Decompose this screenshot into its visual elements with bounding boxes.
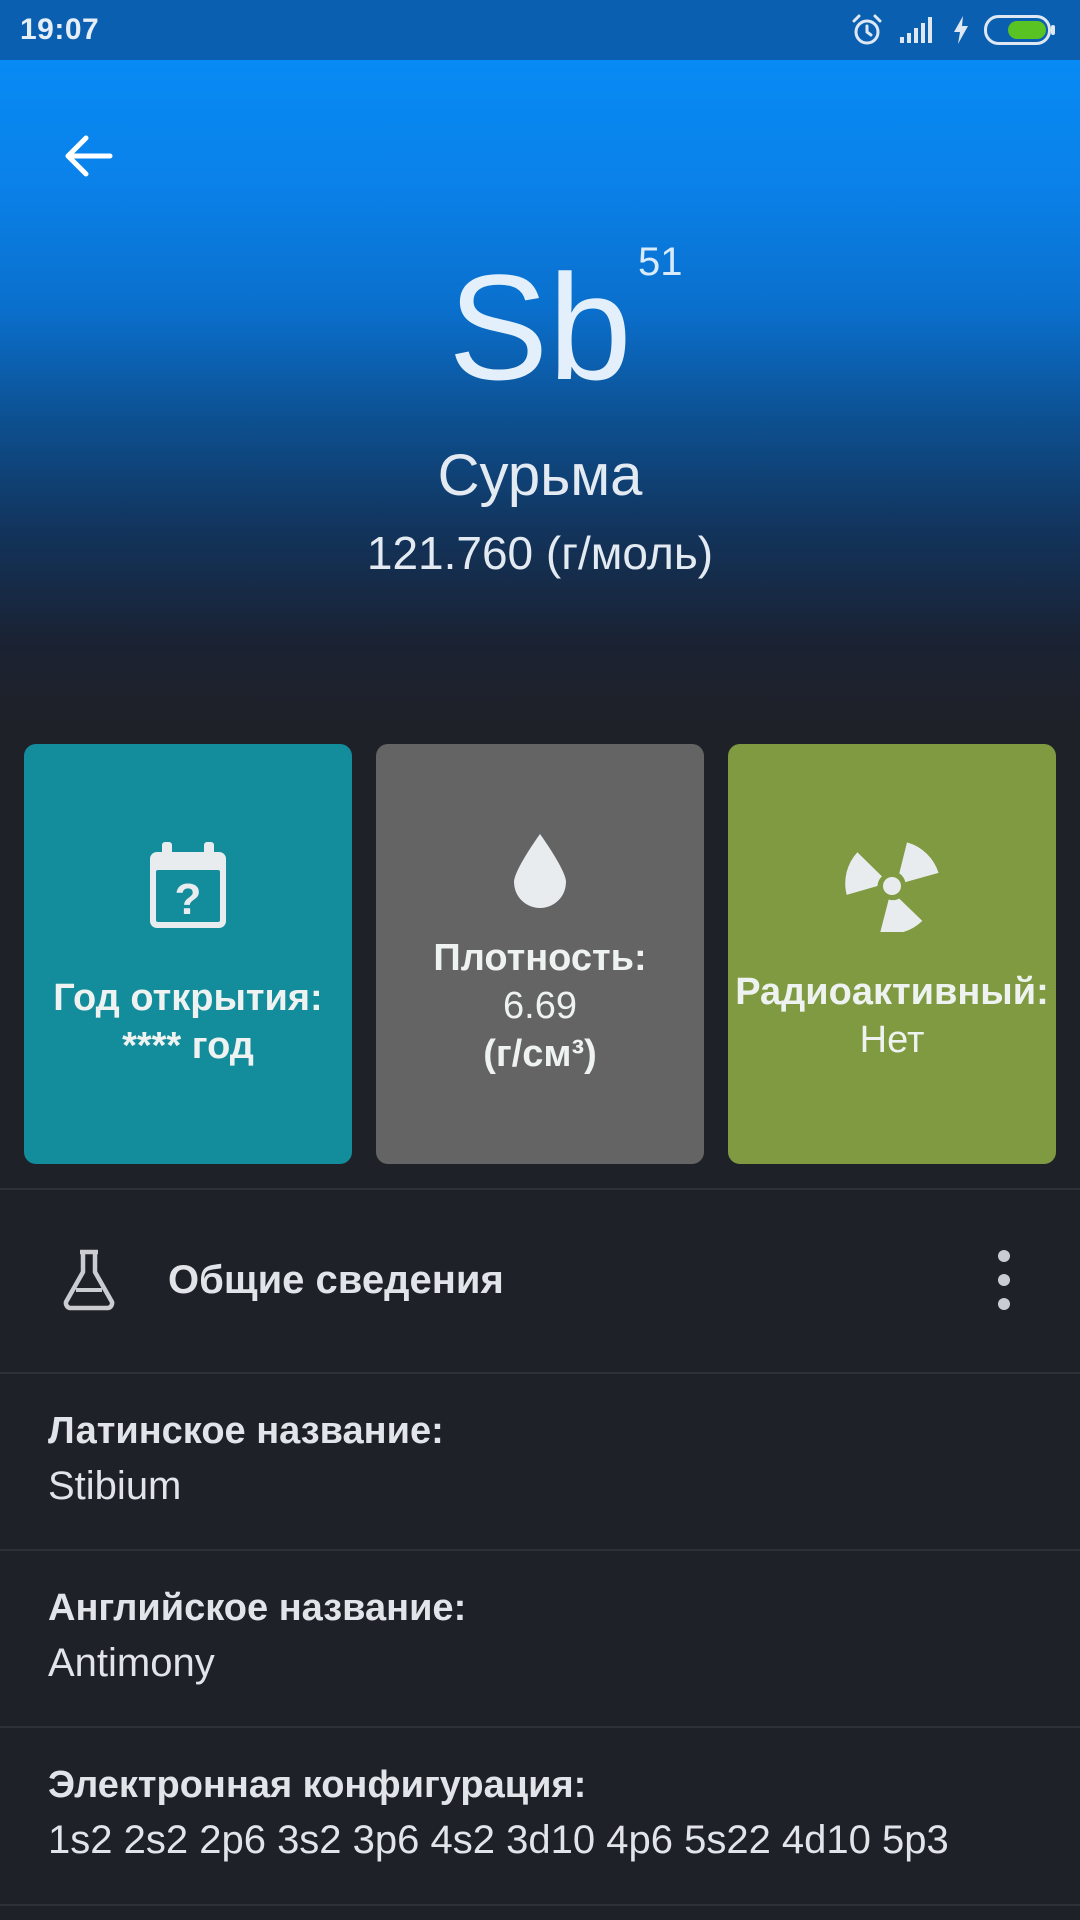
info-value: Antimony bbox=[48, 1641, 215, 1685]
discovery-year-label: Год открытия: bbox=[53, 977, 323, 1019]
radiation-icon bbox=[844, 840, 940, 932]
info-label: Электронная конфигурация: bbox=[48, 1764, 587, 1806]
general-info-header[interactable]: Общие сведения bbox=[0, 1190, 1080, 1372]
property-cards: ? Год открытия: **** год Плотность: 6.69… bbox=[24, 744, 1056, 1164]
calendar-question-icon: ? bbox=[146, 840, 230, 932]
flask-icon bbox=[60, 1248, 118, 1317]
charging-icon bbox=[952, 15, 970, 45]
status-time: 19:07 bbox=[20, 13, 100, 46]
arrow-left-icon bbox=[65, 135, 113, 177]
battery-icon bbox=[984, 15, 1056, 45]
status-icons bbox=[850, 13, 1056, 47]
info-value: Stibium bbox=[48, 1464, 182, 1508]
atomic-mass: 121.760 (г/моль) bbox=[366, 527, 714, 579]
info-row-latin-name: Латинское название: Stibium bbox=[0, 1374, 1080, 1550]
density-value: 6.69 bbox=[503, 985, 577, 1027]
info-value: 1s2 2s2 2p6 3s2 3p6 4s2 3d10 4p6 5s22 4d… bbox=[48, 1818, 949, 1862]
density-unit: (г/см³) bbox=[483, 1033, 597, 1075]
back-button[interactable] bbox=[48, 116, 128, 196]
signal-icon bbox=[898, 15, 938, 45]
section-title: Общие сведения bbox=[168, 1258, 504, 1302]
density-card[interactable]: Плотность: 6.69 (г/см³) bbox=[376, 744, 704, 1164]
alarm-icon bbox=[850, 13, 884, 47]
info-label: Латинское название: bbox=[48, 1410, 444, 1452]
density-label: Плотность: bbox=[433, 937, 647, 979]
divider bbox=[0, 1904, 1080, 1906]
radioactive-card[interactable]: Радиоактивный: Нет bbox=[728, 744, 1056, 1164]
element-header: Sb 51 Сурьма 121.760 (г/моль) bbox=[0, 60, 1080, 720]
discovery-year-card[interactable]: ? Год открытия: **** год bbox=[24, 744, 352, 1164]
discovery-year-value: **** год bbox=[122, 1025, 254, 1067]
info-row-electron-config: Электронная конфигурация: 1s2 2s2 2p6 3s… bbox=[0, 1728, 1080, 1904]
element-name: Сурьма bbox=[437, 443, 643, 508]
element-symbol: Sb bbox=[448, 243, 632, 411]
radioactive-value: Нет bbox=[859, 1019, 925, 1061]
info-label: Английское название: bbox=[48, 1587, 467, 1629]
status-bar: 19:07 bbox=[0, 0, 1080, 60]
atomic-number: 51 bbox=[638, 240, 683, 284]
radioactive-label: Радиоактивный: bbox=[735, 971, 1049, 1013]
svg-text:?: ? bbox=[175, 875, 202, 924]
drop-icon bbox=[510, 824, 570, 916]
more-vertical-icon[interactable] bbox=[992, 1244, 1016, 1316]
info-row-english-name: Английское название: Antimony bbox=[0, 1551, 1080, 1727]
